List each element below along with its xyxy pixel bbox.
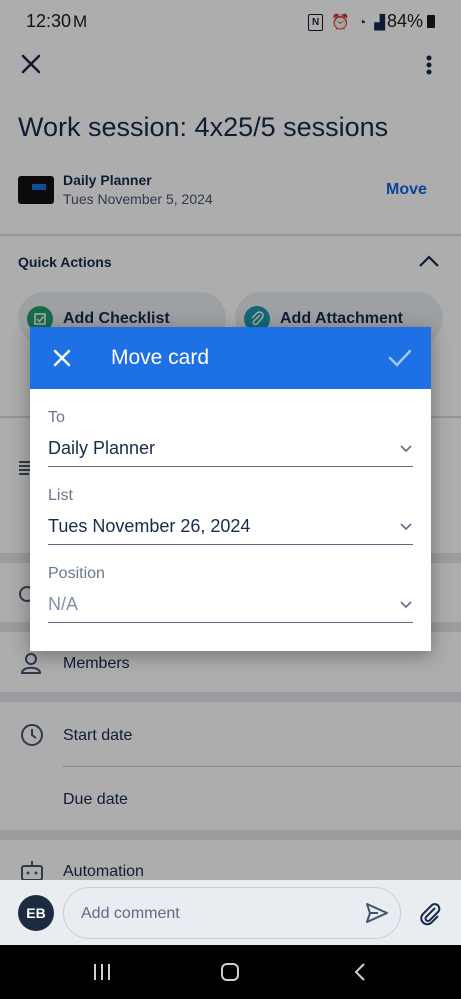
field-underline	[48, 544, 413, 545]
home-icon[interactable]	[220, 962, 240, 982]
dialog-header: Move card	[30, 327, 431, 389]
back-icon[interactable]	[353, 962, 367, 982]
chevron-down-icon	[400, 523, 412, 531]
list-select[interactable]: List Tues November 26, 2024	[48, 487, 413, 547]
send-icon[interactable]	[365, 902, 389, 924]
position-label: Position	[48, 565, 105, 582]
to-board-select[interactable]: To Daily Planner	[48, 409, 413, 469]
move-card-dialog: Move card To Daily Planner List Tues Nov…	[30, 327, 431, 651]
field-underline	[48, 622, 413, 623]
list-value: Tues November 26, 2024	[48, 516, 251, 536]
chevron-down-icon	[400, 445, 412, 453]
confirm-move-button[interactable]	[388, 348, 412, 368]
field-underline	[48, 466, 413, 467]
dialog-title: Move card	[111, 346, 210, 369]
comment-input[interactable]: Add comment	[63, 887, 401, 939]
position-select[interactable]: Position N/A	[48, 565, 413, 625]
attach-icon[interactable]	[418, 902, 442, 926]
to-label: To	[48, 409, 65, 426]
close-dialog-button[interactable]	[52, 348, 72, 368]
system-nav-bar	[0, 945, 461, 999]
recent-apps-icon[interactable]	[92, 963, 112, 981]
to-value: Daily Planner	[48, 438, 156, 458]
chevron-down-icon	[400, 601, 412, 609]
position-value: N/A	[48, 594, 79, 614]
comment-placeholder: Add comment	[81, 905, 180, 922]
avatar[interactable]: EB	[18, 895, 54, 931]
list-label: List	[48, 487, 73, 504]
comment-bar: EB Add comment	[0, 880, 461, 945]
